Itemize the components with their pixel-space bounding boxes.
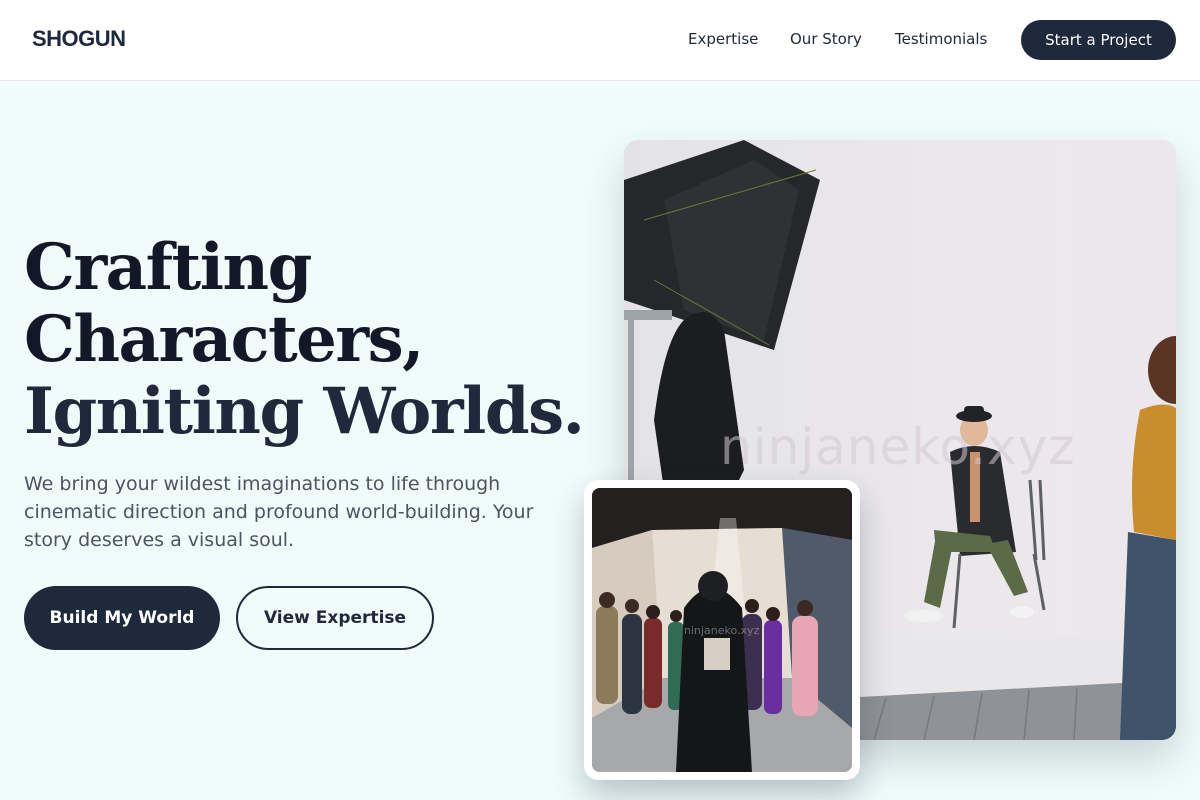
hero-title: Crafting Characters, Igniting Worlds. xyxy=(24,230,585,449)
view-expertise-button[interactable]: View Expertise xyxy=(236,586,434,650)
nav-link-testimonials[interactable]: Testimonials xyxy=(895,30,987,48)
hero-title-line-3: Igniting Worlds. xyxy=(24,374,585,449)
main-photo-watermark: ninjaneko.xyz xyxy=(720,418,1076,476)
hero-title-line-2: Characters, xyxy=(24,302,424,377)
hero-secondary-photo: ninjaneko.xyz xyxy=(584,480,860,780)
secondary-photo-frame: ninjaneko.xyz xyxy=(592,488,852,772)
site-header: SHOGUN Expertise Our Story Testimonials … xyxy=(0,0,1200,81)
logo[interactable]: SHOGUN xyxy=(32,26,126,52)
build-my-world-button[interactable]: Build My World xyxy=(24,586,220,650)
hero-subtitle: We bring your wildest imaginations to li… xyxy=(24,473,534,551)
start-project-button[interactable]: Start a Project xyxy=(1021,20,1176,60)
secondary-photo-watermark: ninjaneko.xyz xyxy=(684,624,760,637)
nav-link-our-story[interactable]: Our Story xyxy=(790,30,862,48)
hero-title-line-1: Crafting xyxy=(24,230,312,305)
nav-link-expertise[interactable]: Expertise xyxy=(688,30,758,48)
